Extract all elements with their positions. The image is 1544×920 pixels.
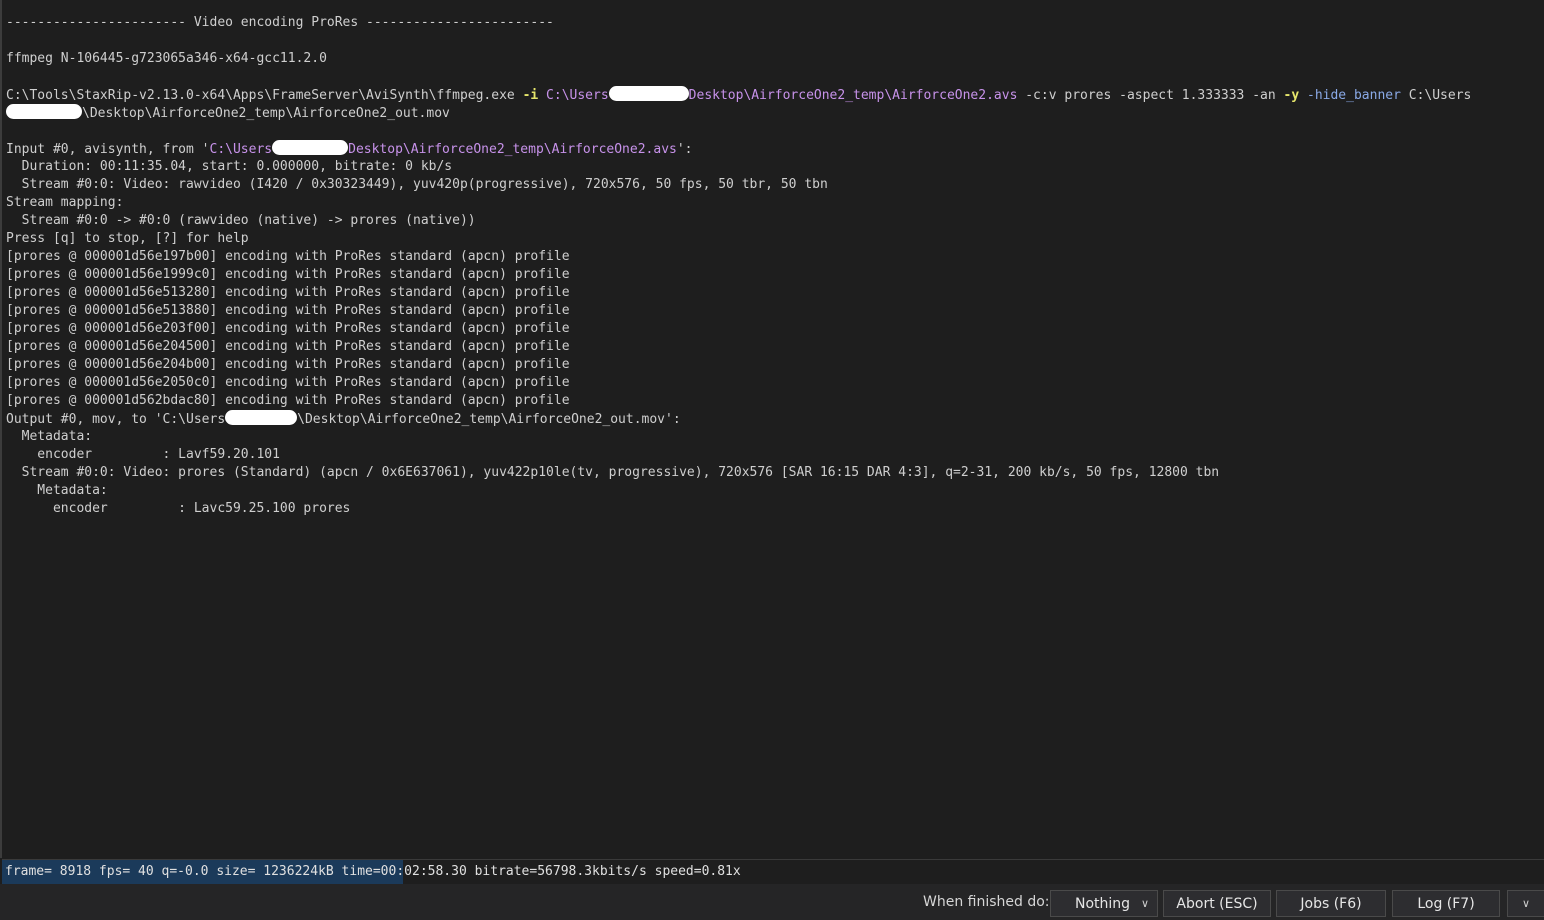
input-line-end: ':: [676, 142, 693, 157]
output-line-suffix: \Desktop\AirforceOne2_temp\AirforceOne2_…: [297, 412, 681, 427]
log-stream-out-line: Stream #0:0: Video: prores (Standard) (a…: [6, 465, 1220, 480]
jobs-button[interactable]: Jobs (F6): [1276, 890, 1386, 917]
log-mapping-detail-line: Stream #0:0 -> #0:0 (rawvideo (native) -…: [6, 213, 476, 228]
when-finished-label: When finished do:: [923, 894, 1050, 910]
output-line-prefix: Output #0, mov, to 'C:\Users: [6, 412, 226, 427]
log-duration-line: Duration: 00:11:35.04, start: 0.000000, …: [6, 159, 453, 174]
command-flag-y: -y: [1283, 88, 1300, 103]
when-finished-value: Nothing: [1075, 895, 1131, 912]
log-output-line: Output #0, mov, to 'C:\Users \Desktop\Air…: [6, 410, 1540, 428]
log-output: ----------------------- Video encoding P…: [0, 0, 1544, 858]
command-hide-banner: -hide_banner: [1307, 88, 1401, 103]
log-version-line: ffmpeg N-106445-g723065a346-x64-gcc11.2.…: [6, 51, 327, 66]
progress-status-text: frame= 8918 fps= 40 q=-0.0 size= 1236224…: [5, 864, 741, 879]
log-encoder-line: [prores @ 000001d562bdac80] encoding wit…: [6, 393, 570, 408]
log-encoder-line: [prores @ 000001d56e197b00] encoding wit…: [6, 249, 570, 264]
redaction-mark: [608, 86, 689, 101]
chevron-down-icon: ∨: [1521, 897, 1531, 910]
redaction-mark: [225, 410, 298, 425]
command-exe: C:\Tools\StaxRip-v2.13.0-x64\Apps\FrameS…: [6, 88, 515, 103]
log-encoder-line: [prores @ 000001d56e1999c0] encoding wit…: [6, 267, 570, 282]
log-command-line: C:\Tools\StaxRip-v2.13.0-x64\Apps\FrameS…: [6, 86, 1540, 104]
input-path-prefix: C:\Users: [209, 142, 273, 157]
command-input-path-suffix: Desktop\AirforceOne2_temp\AirforceOne2.a…: [688, 88, 1018, 103]
chevron-down-icon: ∨: [1140, 897, 1149, 910]
log-encoder-line: [prores @ 000001d56e203f00] encoding wit…: [6, 321, 570, 336]
log-encoder-line: [prores @ 000001d56e513280] encoding wit…: [6, 285, 570, 300]
redaction-mark: [272, 140, 349, 155]
log-encoder-line: [prores @ 000001d56e204500] encoding wit…: [6, 339, 570, 354]
log-stream-mapping-line: Stream mapping:: [6, 195, 124, 210]
abort-button[interactable]: Abort (ESC): [1163, 890, 1271, 917]
when-finished-dropdown[interactable]: Nothing ∨: [1050, 890, 1158, 917]
log-encoder-meta-line: encoder : Lavc59.25.100 prores: [6, 501, 351, 516]
log-press-help-line: Press [q] to stop, [?] for help: [6, 231, 249, 246]
more-menu-button[interactable]: ∨: [1507, 890, 1544, 917]
log-input-line: Input #0, avisynth, from 'C:\Users Deskto…: [6, 140, 1540, 158]
log-header-line: ----------------------- Video encoding P…: [6, 15, 554, 30]
redaction-mark: [6, 104, 82, 119]
log-stream-in-line: Stream #0:0: Video: rawvideo (I420 / 0x3…: [6, 177, 828, 192]
log-command-line-wrap: \Desktop\AirforceOne2_temp\AirforceOne2_…: [6, 104, 1540, 122]
command-flag-i: -i: [522, 88, 539, 103]
progress-bar: frame= 8918 fps= 40 q=-0.0 size= 1236224…: [2, 859, 1544, 884]
log-encoder-meta-line: encoder : Lavf59.20.101: [6, 447, 280, 462]
bottom-toolbar: When finished do: Nothing ∨ Abort (ESC) …: [0, 884, 1544, 920]
log-encoder-line: [prores @ 000001d56e2050c0] encoding wit…: [6, 375, 570, 390]
input-path-suffix: Desktop\AirforceOne2_temp\AirforceOne2.a…: [348, 142, 677, 157]
input-line-prefix: Input #0, avisynth, from ': [6, 142, 210, 157]
log-metadata-line: Metadata:: [6, 483, 108, 498]
command-output-path-prefix: C:\Users: [1408, 88, 1472, 103]
log-encoder-line: [prores @ 000001d56e204b00] encoding wit…: [6, 357, 570, 372]
log-button[interactable]: Log (F7): [1392, 890, 1500, 917]
log-metadata-line: Metadata:: [6, 429, 93, 444]
log-encoder-line: [prores @ 000001d56e513880] encoding wit…: [6, 303, 570, 318]
command-output-path-suffix: \Desktop\AirforceOne2_temp\AirforceOne2_…: [82, 106, 450, 121]
command-args: -c:v prores -aspect 1.333333 -an: [1025, 88, 1276, 103]
command-input-path-prefix: C:\Users: [546, 88, 609, 103]
